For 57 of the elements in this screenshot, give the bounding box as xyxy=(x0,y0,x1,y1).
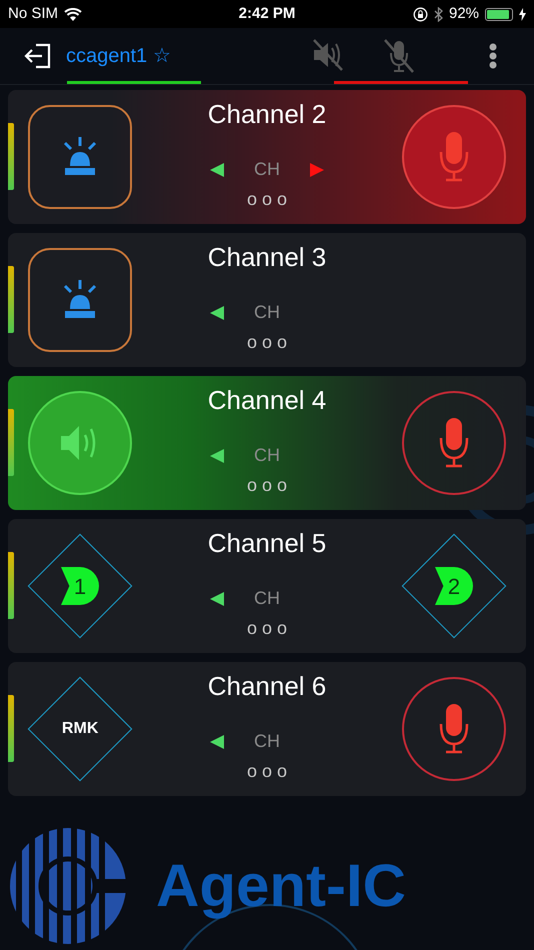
previous-arrow-icon[interactable] xyxy=(210,734,224,748)
more-options-text[interactable]: o o o xyxy=(246,189,288,209)
talk-button[interactable] xyxy=(402,677,506,781)
channel-name: Channel 5 xyxy=(208,527,326,559)
beacon-icon xyxy=(63,280,97,320)
channel-name: Channel 2 xyxy=(208,98,326,130)
channel-name: Channel 3 xyxy=(208,241,326,273)
microphone-icon xyxy=(437,702,471,756)
channel-label: CH xyxy=(254,444,280,467)
channel-label: CH xyxy=(254,730,280,753)
more-menu-icon[interactable] xyxy=(488,43,498,69)
more-options-text[interactable]: o o o xyxy=(246,475,288,495)
username-text[interactable]: ccagent1 xyxy=(66,41,148,71)
mic-muted-icon[interactable] xyxy=(382,38,416,74)
microphone-icon xyxy=(437,416,471,470)
microphone-icon xyxy=(437,130,471,184)
level-bar xyxy=(8,266,14,333)
gate-label: 2 xyxy=(435,567,473,605)
next-arrow-icon[interactable] xyxy=(310,162,324,176)
previous-arrow-icon[interactable] xyxy=(210,162,224,176)
logout-icon[interactable] xyxy=(24,43,52,69)
bluetooth-icon xyxy=(434,6,443,22)
more-options-text[interactable]: o o o xyxy=(246,761,288,781)
logo-icon xyxy=(8,826,128,946)
more-options-text[interactable]: o o o xyxy=(246,618,288,638)
favorite-star[interactable]: ☆ xyxy=(153,41,172,71)
carrier-text: No SIM xyxy=(8,4,58,24)
channel-name: Channel 4 xyxy=(208,384,326,416)
logo-text: Agent-IC xyxy=(156,851,406,921)
alert-button[interactable] xyxy=(28,105,132,209)
wifi-icon xyxy=(64,8,82,20)
level-bar xyxy=(8,695,14,762)
battery-percent: 92% xyxy=(448,4,480,24)
gate-button[interactable]: 2 xyxy=(402,534,506,638)
channel-label: CH xyxy=(254,158,280,181)
channel-label: CH xyxy=(254,587,280,610)
battery-icon xyxy=(485,8,514,20)
clock-text: 2:42 PM xyxy=(238,4,296,24)
level-bar xyxy=(8,123,14,190)
level-bar xyxy=(8,552,14,619)
gate-button[interactable]: 1 xyxy=(28,534,132,638)
channel-name: Channel 6 xyxy=(208,670,326,702)
rotation-lock-icon xyxy=(412,6,428,22)
alert-button[interactable] xyxy=(28,248,132,352)
talk-button[interactable] xyxy=(402,391,506,495)
channel-label: CH xyxy=(254,301,280,324)
remark-label: RMK xyxy=(62,719,98,739)
level-bar xyxy=(8,409,14,476)
speaker-muted-icon[interactable] xyxy=(310,38,346,72)
beacon-icon xyxy=(63,137,97,177)
more-options-text[interactable]: o o o xyxy=(246,332,288,352)
previous-arrow-icon[interactable] xyxy=(210,306,224,320)
previous-arrow-icon[interactable] xyxy=(210,448,224,462)
previous-arrow-icon[interactable] xyxy=(210,592,224,606)
charging-icon xyxy=(519,8,526,20)
gate-label: 1 xyxy=(61,567,99,605)
remark-button[interactable]: RMK xyxy=(28,676,132,782)
